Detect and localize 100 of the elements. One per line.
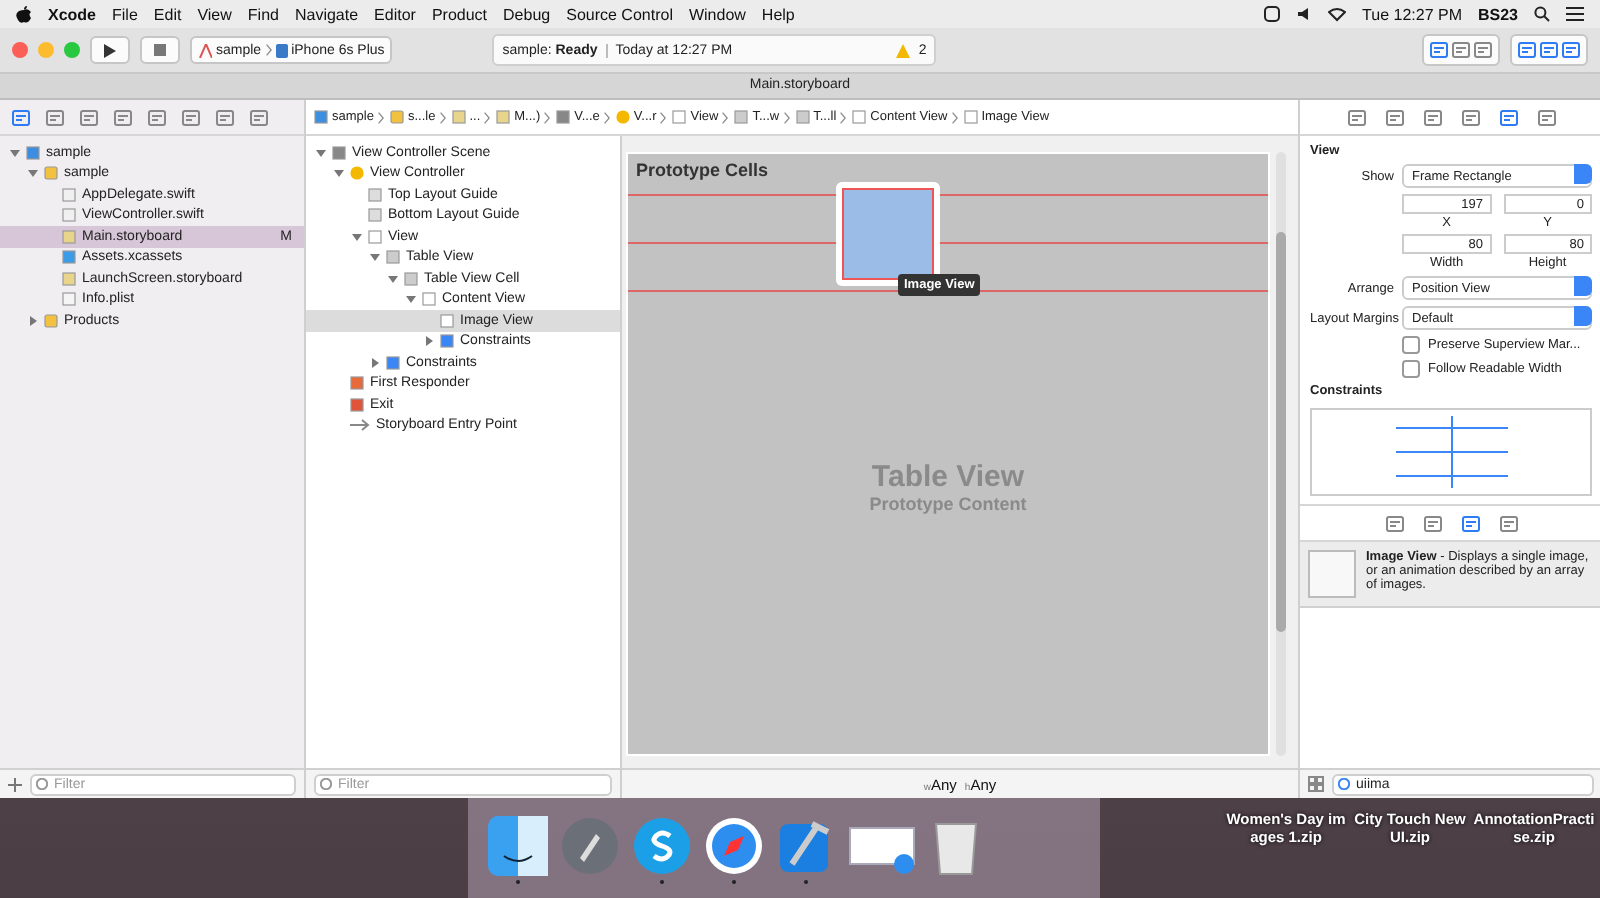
- image-view-icon: [1308, 550, 1356, 598]
- expanded-triangle-icon[interactable]: [405, 294, 415, 305]
- checkbox[interactable]: [1402, 360, 1420, 378]
- square-icon: [795, 110, 810, 124]
- finder-face-icon[interactable]: [488, 816, 548, 876]
- compass-icon[interactable]: [704, 816, 764, 876]
- add-icon[interactable]: [8, 777, 22, 791]
- menu-item[interactable]: View: [197, 5, 232, 23]
- collapsed-triangle-icon[interactable]: [27, 315, 37, 326]
- menu-item[interactable]: Window: [688, 5, 746, 23]
- grid-icon: [386, 355, 400, 370]
- square-icon: [556, 110, 571, 124]
- expanded-triangle-icon[interactable]: [315, 147, 325, 158]
- chevron-icon: [660, 111, 667, 123]
- speaker-icon[interactable]: [1296, 6, 1313, 22]
- stop-button[interactable]: [140, 36, 180, 64]
- chevron-icon: [439, 111, 446, 123]
- user-name[interactable]: BS23: [1477, 5, 1518, 23]
- menu-item[interactable]: Product: [431, 5, 488, 23]
- menu-item[interactable]: Editor: [374, 5, 416, 23]
- file-icon: [62, 292, 76, 307]
- square-icon: [672, 110, 687, 124]
- square-icon: [734, 110, 749, 124]
- navigator-tab-icon[interactable]: [148, 109, 166, 125]
- folder-icon: [62, 250, 76, 265]
- menu-icon[interactable]: [1566, 6, 1584, 22]
- grid-icon[interactable]: [1308, 776, 1324, 792]
- menu-item[interactable]: Source Control: [566, 5, 673, 23]
- library-tab-icon[interactable]: [1385, 515, 1403, 531]
- search-icon[interactable]: [1534, 6, 1550, 22]
- chevron-icon: [377, 111, 384, 123]
- chevron-icon: [603, 111, 610, 123]
- panel-toggle-icon[interactable]: [1540, 42, 1558, 58]
- navigator-tab-icon[interactable]: [216, 109, 234, 125]
- expanded-triangle-icon[interactable]: [369, 252, 379, 263]
- square-icon: [332, 145, 346, 160]
- collapsed-triangle-icon[interactable]: [369, 357, 379, 368]
- placeholder-title: Table View: [871, 460, 1025, 494]
- filter-icon: [1338, 778, 1350, 790]
- speech-bubble-icon[interactable]: [632, 816, 692, 876]
- navigator-tab-icon[interactable]: [114, 109, 132, 125]
- folder-icon: [389, 110, 404, 124]
- chevron-icon: [722, 111, 729, 123]
- editor-mode-icon[interactable]: [1474, 42, 1492, 58]
- library-tab-icon[interactable]: [1461, 515, 1479, 531]
- menu-item[interactable]: Edit: [153, 5, 182, 23]
- chevron-icon: [951, 111, 958, 123]
- panel-toggle-icon[interactable]: [1518, 42, 1536, 58]
- inspector-tab-icon[interactable]: [1347, 109, 1365, 125]
- editor-mode-icon[interactable]: [1430, 42, 1448, 58]
- wifi-icon[interactable]: [1328, 6, 1347, 22]
- inspector-tab-icon[interactable]: [1537, 109, 1555, 125]
- apple-icon[interactable]: [16, 5, 32, 23]
- chevron-icon: [783, 111, 790, 123]
- project-icon: [314, 110, 328, 124]
- chevron-icon: [265, 44, 272, 56]
- expanded-triangle-icon[interactable]: [27, 168, 37, 179]
- inspector-tab-icon[interactable]: [1385, 109, 1403, 125]
- navigator-tab-icon[interactable]: [12, 109, 30, 125]
- inspector-tab-icon[interactable]: [1461, 109, 1479, 125]
- navigator-tab-icon[interactable]: [80, 109, 98, 125]
- folder-icon: [44, 166, 58, 181]
- square-icon: [852, 110, 867, 124]
- running-indicator: [660, 880, 664, 884]
- square-icon: [368, 208, 382, 223]
- menu-item[interactable]: Find: [247, 5, 279, 23]
- close-button[interactable]: [12, 42, 28, 58]
- inspector-tab-icon[interactable]: [1423, 109, 1441, 125]
- inspector-tab-icon[interactable]: [1499, 109, 1517, 125]
- collapsed-triangle-icon[interactable]: [423, 336, 433, 347]
- menu-item[interactable]: Navigate: [294, 5, 359, 23]
- checkbox[interactable]: [1402, 336, 1420, 354]
- panel-toggle-icon[interactable]: [1562, 42, 1580, 58]
- status-icon[interactable]: [1264, 6, 1281, 22]
- library-tab-icon[interactable]: [1499, 515, 1517, 531]
- folder-icon: [44, 313, 58, 328]
- expanded-triangle-icon[interactable]: [9, 147, 19, 158]
- menu-item[interactable]: File: [112, 5, 138, 23]
- expanded-triangle-icon[interactable]: [387, 273, 397, 284]
- stop-icon: [154, 44, 166, 56]
- menu-item[interactable]: Help: [761, 5, 795, 23]
- grid-icon: [440, 334, 454, 349]
- menu-item[interactable]: Xcode: [48, 5, 97, 23]
- expanded-triangle-icon[interactable]: [333, 168, 343, 179]
- play-icon: [104, 43, 116, 57]
- navigator-tab-icon[interactable]: [182, 109, 200, 125]
- expanded-triangle-icon[interactable]: [351, 231, 361, 242]
- menu-item[interactable]: Debug: [503, 5, 551, 23]
- navigator-tab-icon[interactable]: [46, 109, 64, 125]
- library-tab-icon[interactable]: [1423, 515, 1441, 531]
- chevron-icon: [544, 111, 551, 123]
- navigator-tab-icon[interactable]: [250, 109, 268, 125]
- section-title: Prototype Cells: [634, 158, 771, 184]
- running-indicator: [732, 880, 736, 884]
- run-button[interactable]: [90, 36, 130, 64]
- project-icon: [26, 145, 40, 160]
- circle-icon: [615, 110, 630, 124]
- document-icon: [62, 229, 76, 244]
- clock-text: Tue 12:27 PM: [1362, 5, 1462, 23]
- editor-mode-icon[interactable]: [1452, 42, 1470, 58]
